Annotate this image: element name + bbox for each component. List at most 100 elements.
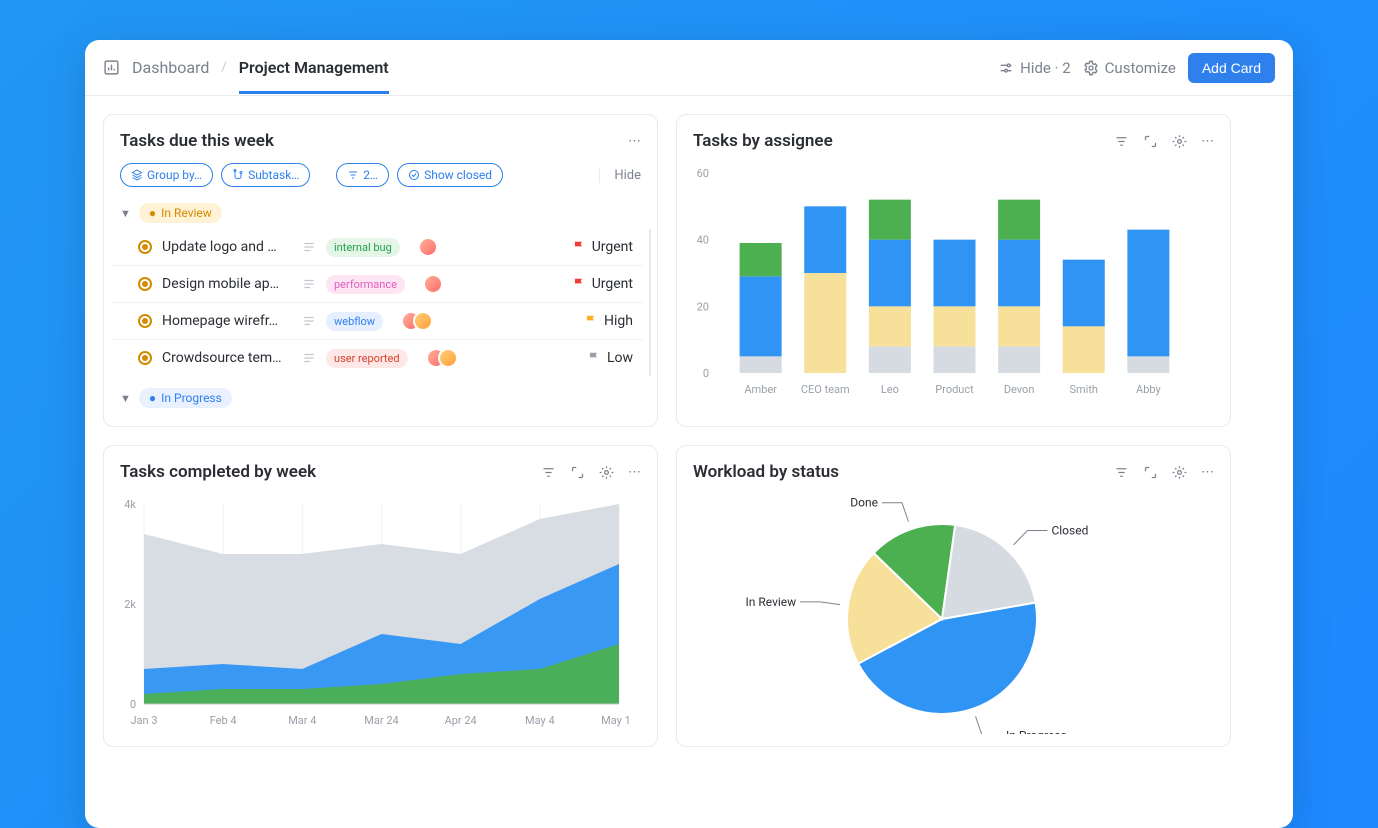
breadcrumb-active[interactable]: Project Management xyxy=(239,58,389,77)
filter-icon[interactable] xyxy=(541,465,556,480)
priority-label: Urgent xyxy=(592,276,633,292)
layers-icon xyxy=(131,169,143,181)
avatar xyxy=(438,348,458,368)
status-icon xyxy=(138,240,152,254)
card-tasks-due: Tasks due this week ⋯ Group by… Subtask…… xyxy=(103,114,658,427)
svg-text:May 4: May 4 xyxy=(525,714,555,727)
hide-button[interactable]: Hide · 2 xyxy=(998,59,1071,77)
task-tag: performance xyxy=(326,275,405,294)
chip-label: Subtask… xyxy=(248,168,299,182)
svg-text:Mar 4: Mar 4 xyxy=(288,714,316,727)
card-title: Tasks by assignee xyxy=(693,131,833,151)
sliders-icon xyxy=(998,60,1014,76)
filter-icon[interactable] xyxy=(1114,465,1129,480)
card-title: Tasks due this week xyxy=(120,131,274,151)
chip-label: 2… xyxy=(363,168,378,182)
assignees xyxy=(401,311,441,331)
section-in-review[interactable]: ▼ ● In Review xyxy=(104,197,657,229)
priority: Low xyxy=(587,350,633,366)
priority: High xyxy=(584,313,633,329)
task-row[interactable]: Homepage wirefr… webflow High xyxy=(110,303,643,340)
task-name: Design mobile ap… xyxy=(162,276,292,292)
chip-group-by[interactable]: Group by… xyxy=(120,163,213,187)
section-in-progress[interactable]: ▼ ● In Progress xyxy=(104,382,657,414)
gear-icon xyxy=(1083,60,1099,76)
svg-text:Apr 24: Apr 24 xyxy=(445,714,477,727)
branch-icon xyxy=(232,169,244,181)
task-row[interactable]: Crowdsource tem… user reported Low xyxy=(110,340,643,376)
svg-text:Leo: Leo xyxy=(881,383,899,396)
hide-label: Hide · 2 xyxy=(1020,59,1071,77)
chevron-down-icon: ▼ xyxy=(120,207,131,220)
avatar xyxy=(418,237,438,257)
task-tag: user reported xyxy=(326,349,408,368)
more-icon[interactable]: ⋯ xyxy=(628,134,641,149)
status-icon xyxy=(138,277,152,291)
svg-text:2k: 2k xyxy=(124,598,136,611)
dashboard-grid: Tasks due this week ⋯ Group by… Subtask…… xyxy=(85,96,1293,765)
svg-text:In Review: In Review xyxy=(746,595,797,609)
filter-icon xyxy=(347,169,359,181)
avatar xyxy=(413,311,433,331)
task-row[interactable]: Design mobile ap… performance Urgent xyxy=(110,266,643,303)
priority-label: Urgent xyxy=(592,239,633,255)
task-name: Update logo and … xyxy=(162,239,292,255)
chip-subtasks[interactable]: Subtask… xyxy=(221,163,310,187)
status-pill: ● In Review xyxy=(139,203,222,223)
svg-text:CEO team: CEO team xyxy=(801,383,850,396)
svg-text:20: 20 xyxy=(697,300,709,313)
gear-icon[interactable] xyxy=(599,465,614,480)
expand-icon[interactable] xyxy=(570,465,585,480)
svg-text:Closed: Closed xyxy=(1051,524,1088,538)
add-card-button[interactable]: Add Card xyxy=(1188,53,1275,83)
task-name: Crowdsource tem… xyxy=(162,350,292,366)
pill-label: In Progress xyxy=(161,391,222,405)
status-pill: ● In Progress xyxy=(139,388,232,408)
avatar xyxy=(423,274,443,294)
chart-icon xyxy=(103,59,120,76)
chip-show-closed[interactable]: Show closed xyxy=(397,163,503,187)
area-chart: 02k4kJan 3Feb 4Mar 4Mar 24Apr 24May 4May… xyxy=(104,494,629,734)
card-tasks-completed: Tasks completed by week ⋯ 02k4kJan 3Feb … xyxy=(103,445,658,747)
pill-label: In Review xyxy=(161,206,212,220)
more-icon[interactable]: ⋯ xyxy=(1201,465,1214,480)
task-list: Update logo and … internal bug Urgent De… xyxy=(104,229,651,376)
breadcrumb-root[interactable]: Dashboard xyxy=(132,58,209,77)
svg-text:Amber: Amber xyxy=(744,383,777,396)
breadcrumb-sep: / xyxy=(221,60,226,75)
svg-text:In Progress: In Progress xyxy=(1006,728,1067,734)
svg-text:40: 40 xyxy=(697,234,709,247)
svg-text:May 15: May 15 xyxy=(601,714,629,727)
svg-text:Devon: Devon xyxy=(1004,383,1035,396)
task-name: Homepage wirefr… xyxy=(162,313,292,329)
topbar: Dashboard / Project Management Hide · 2 … xyxy=(85,40,1293,96)
pie-chart: In ProgressIn ReviewDoneClosed xyxy=(677,494,1202,734)
gear-icon[interactable] xyxy=(1172,134,1187,149)
card-title: Workload by status xyxy=(693,462,839,482)
assignees xyxy=(426,348,466,368)
filter-icon[interactable] xyxy=(1114,134,1129,149)
expand-icon[interactable] xyxy=(1143,134,1158,149)
svg-text:Product: Product xyxy=(935,383,974,396)
task-row[interactable]: Update logo and … internal bug Urgent xyxy=(110,229,643,266)
flag-icon xyxy=(572,277,586,291)
expand-icon[interactable] xyxy=(1143,465,1158,480)
more-icon[interactable]: ⋯ xyxy=(628,465,641,480)
more-icon[interactable]: ⋯ xyxy=(1201,134,1214,149)
assignees xyxy=(418,237,458,257)
svg-text:Feb 4: Feb 4 xyxy=(210,714,237,727)
svg-text:60: 60 xyxy=(697,167,709,180)
customize-button[interactable]: Customize xyxy=(1083,59,1176,77)
hide-link[interactable]: Hide xyxy=(599,168,641,183)
svg-text:0: 0 xyxy=(703,367,709,380)
bar-chart: 0204060AmberCEO teamLeoProductDevonSmith… xyxy=(677,163,1202,403)
customize-label: Customize xyxy=(1105,59,1176,77)
chip-filter[interactable]: 2… xyxy=(336,163,389,187)
flag-icon xyxy=(584,314,598,328)
flag-icon xyxy=(572,240,586,254)
status-icon xyxy=(138,351,152,365)
svg-text:Abby: Abby xyxy=(1136,383,1161,396)
description-icon xyxy=(302,277,316,291)
gear-icon[interactable] xyxy=(1172,465,1187,480)
card-workload: Workload by status ⋯ In Progress In Revie… xyxy=(676,445,1231,747)
